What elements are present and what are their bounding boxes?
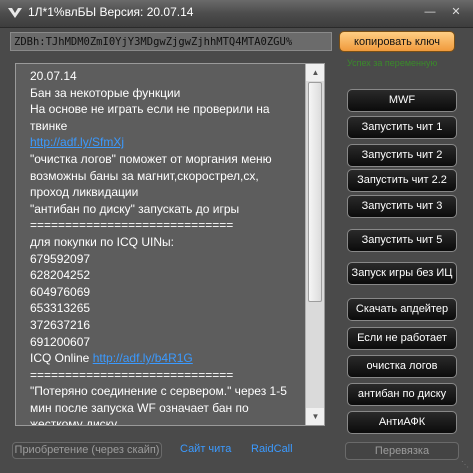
notes-line: "Потеряно соединение с сервером." через … <box>30 383 308 400</box>
notes-line-text: На основе не играть если не проверили на <box>30 102 270 117</box>
window-title: 1Л*1%влБЫ Версия: 20.07.14 <box>28 5 194 19</box>
launch-cheat-2-2-button[interactable]: Запустить чит 2.2 <box>347 169 457 192</box>
close-icon[interactable]: ✕ <box>449 6 463 19</box>
app-logo-icon <box>8 8 22 18</box>
notes-line: жесткому диску <box>30 416 308 426</box>
notes-line-text: мин после запуска WF означает бан по <box>30 400 249 415</box>
notes-line-text: 628204252 <box>30 268 91 283</box>
app-window: 1Л*1%влБЫ Версия: 20.07.14 — ✕ ZDBh:TJhM… <box>0 0 473 473</box>
notes-line: 628204252 <box>30 267 308 284</box>
notes-line-text: для покупки по ICQ UINы: <box>30 234 174 249</box>
mwf-button[interactable]: MWF <box>347 89 457 112</box>
notes-line: 679592097 <box>30 251 308 268</box>
notes-line: твинке <box>30 118 308 135</box>
scroll-down-icon[interactable]: ▼ <box>306 408 324 425</box>
title-bar[interactable]: 1Л*1%влБЫ Версия: 20.07.14 — ✕ <box>0 0 473 28</box>
notes-link[interactable]: http://adf.ly/b4R1G <box>93 351 193 365</box>
launch-game-button[interactable]: Запуск игры без ИЦ <box>347 262 457 285</box>
notes-line: 20.07.14 <box>30 68 308 85</box>
resize-grip-icon[interactable]: ⋱ <box>461 460 471 470</box>
antiban-disk-button[interactable]: антибан по диску <box>347 383 457 406</box>
scroll-up-icon[interactable]: ▲ <box>306 64 324 81</box>
minimize-icon[interactable]: — <box>423 6 437 19</box>
scroll-thumb[interactable] <box>308 82 322 302</box>
notes-line: мин после запуска WF означает бан по <box>30 400 308 417</box>
notes-line: http://adf.ly/SfmXj <box>30 134 308 151</box>
notes-line-text: "Потеряно соединение с сервером." через … <box>30 384 287 399</box>
notes-textbox[interactable]: 20.07.14 Бан за некоторые функции На основ… <box>15 63 325 426</box>
notes-line-text: 604976069 <box>30 284 91 299</box>
raidcall-link[interactable]: RaidCall <box>251 443 293 455</box>
anti-afk-button[interactable]: АнтиАФК <box>347 411 457 434</box>
license-key-field[interactable]: ZDBh:TJhMDM0ZmI0YjY3MDgwZjgwZjhhMTQ4MTA0… <box>10 32 332 51</box>
notes-line-prefix: ICQ Online <box>30 351 93 366</box>
notes-line: Бан за некоторые функции <box>30 85 308 102</box>
notes-line-text: "антибан по диску" запускать до игры <box>30 201 240 216</box>
notes-line: возможны баны за магнит,скорострел,сх, <box>30 168 308 185</box>
launch-cheat-2-button[interactable]: Запустить чит 2 <box>347 144 457 167</box>
notes-line-text: 691200607 <box>30 334 91 349</box>
launch-cheat-1-button[interactable]: Запустить чит 1 <box>347 116 457 139</box>
notes-scrollbar[interactable]: ▲ ▼ <box>305 64 324 425</box>
notes-line: 691200607 <box>30 334 308 351</box>
launch-cheat-5-button[interactable]: Запустить чит 5 <box>347 229 457 252</box>
notes-link[interactable]: http://adf.ly/SfmXj <box>30 135 124 149</box>
launch-cheat-3-button[interactable]: Запустить чит 3 <box>347 195 457 218</box>
notes-line: На основе не играть если не проверили на <box>30 101 308 118</box>
status-text: Успех за переменную <box>347 58 438 68</box>
notes-line-text: ============================= <box>30 218 234 233</box>
notes-line: "очистка логов" поможет от моргания меню <box>30 151 308 168</box>
notes-line-text: 372637216 <box>30 317 91 332</box>
notes-line-text: ============================= <box>30 367 234 382</box>
notes-line-text: "очистка логов" поможет от моргания меню <box>30 151 272 166</box>
notes-line: 653313265 <box>30 300 308 317</box>
site-link[interactable]: Сайт чита <box>180 443 231 455</box>
notes-line: 372637216 <box>30 317 308 334</box>
notes-line-text: возможны баны за магнит,скорострел,сх, <box>30 168 259 183</box>
notes-line-text: жесткому диску <box>30 417 118 426</box>
notes-line-text: твинке <box>30 118 68 133</box>
notes-content: 20.07.14 Бан за некоторые функции На основ… <box>30 68 308 426</box>
clear-logs-button[interactable]: очистка логов <box>347 355 457 378</box>
notes-line: ICQ Online http://adf.ly/b4R1G <box>30 350 308 367</box>
not-working-button[interactable]: Если не работает <box>347 327 457 350</box>
notes-line: проход ликвидации <box>30 184 308 201</box>
notes-line-text: 679592097 <box>30 251 91 266</box>
notes-line-text: 20.07.14 <box>30 69 77 83</box>
download-updater-button[interactable]: Скачать апдейтер <box>347 298 457 321</box>
notes-line: ============================= <box>30 367 308 384</box>
notes-line-text: 653313265 <box>30 301 91 316</box>
notes-line-text: проход ликвидации <box>30 185 139 200</box>
notes-line: для покупки по ICQ UINы: <box>30 234 308 251</box>
copy-key-button[interactable]: копировать ключ <box>339 31 455 52</box>
notes-line: "антибан по диску" запускать до игры <box>30 201 308 218</box>
notes-line: 604976069 <box>30 284 308 301</box>
transfer-button[interactable]: Перевязка <box>345 442 459 460</box>
purchase-button[interactable]: Приобретение (через скайп) <box>12 442 162 459</box>
notes-line: ============================= <box>30 217 308 234</box>
notes-line-text: Бан за некоторые функции <box>30 85 181 100</box>
